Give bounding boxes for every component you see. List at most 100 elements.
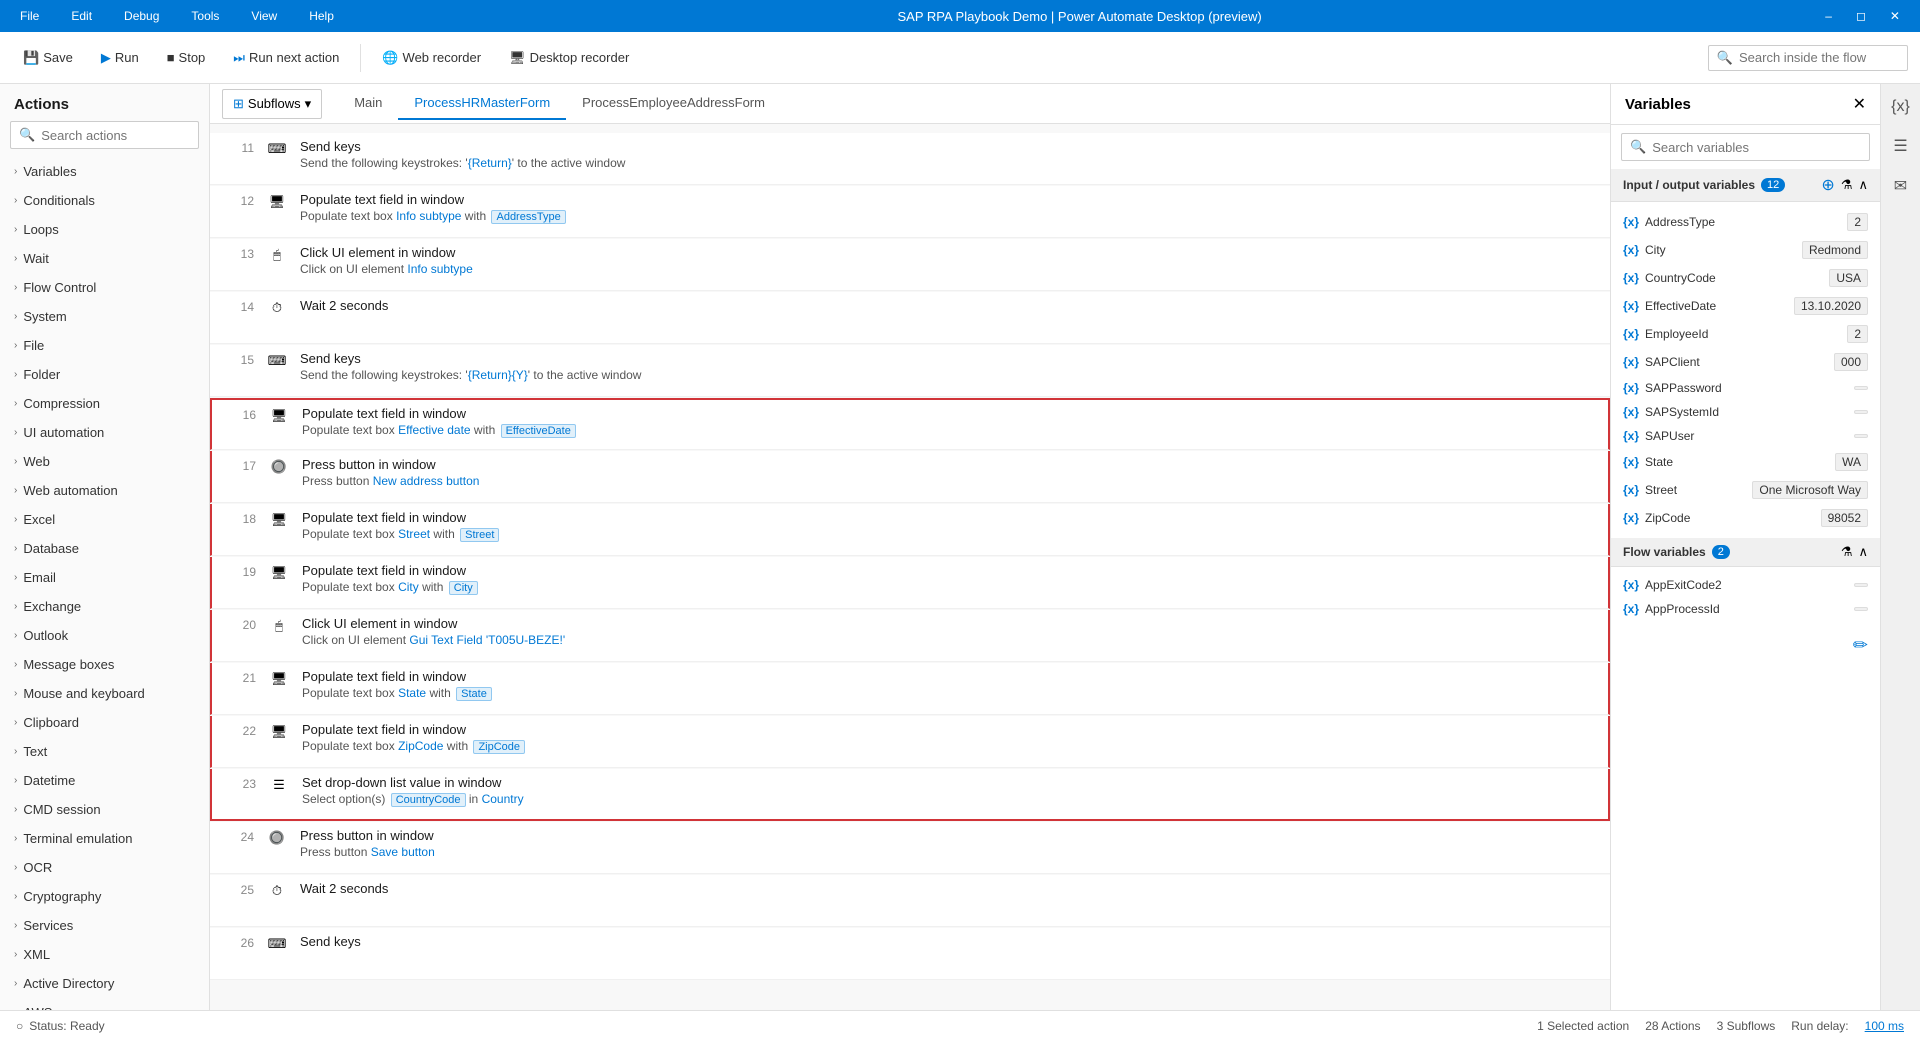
desktop-recorder-button[interactable]: 🖥 Desktop recorder: [498, 43, 640, 73]
tab-process-employee[interactable]: ProcessEmployeeAddressForm: [566, 87, 781, 120]
action-item-file[interactable]: ›File: [0, 331, 209, 360]
action-item-wait[interactable]: ›Wait: [0, 244, 209, 273]
var-item-sap-client[interactable]: {x} SAPClient 000: [1611, 348, 1880, 376]
menu-debug[interactable]: Debug: [116, 7, 167, 25]
var-item-country-code[interactable]: {x} CountryCode USA: [1611, 264, 1880, 292]
add-variable-icon[interactable]: ⊕: [1821, 175, 1834, 195]
flow-row-11[interactable]: 11 ⌨ Send keys Send the following keystr…: [210, 133, 1610, 185]
action-item-text[interactable]: ›Text: [0, 737, 209, 766]
var-item-city[interactable]: {x} City Redmond: [1611, 236, 1880, 264]
flow-variables-section-header[interactable]: Flow variables 2 ⚗ ∧: [1611, 538, 1880, 567]
action-item-ui-automation[interactable]: ›UI automation: [0, 418, 209, 447]
var-item-sap-password[interactable]: {x} SAPPassword: [1611, 376, 1880, 400]
save-button[interactable]: 💾 Save: [12, 43, 84, 73]
flow-row-19[interactable]: 19 🖥 Populate text field in window Popul…: [210, 557, 1610, 609]
action-item-xml[interactable]: ›XML: [0, 940, 209, 969]
var-item-street[interactable]: {x} Street One Microsoft Way: [1611, 476, 1880, 504]
flow-row-14[interactable]: 14 ⏱ Wait 2 seconds: [210, 292, 1610, 344]
var-item-employee-id[interactable]: {x} EmployeeId 2: [1611, 320, 1880, 348]
action-item-services[interactable]: ›Services: [0, 911, 209, 940]
collapse-icon[interactable]: ∧: [1858, 177, 1868, 193]
action-item-clipboard[interactable]: ›Clipboard: [0, 708, 209, 737]
action-item-compression[interactable]: ›Compression: [0, 389, 209, 418]
action-item-ocr[interactable]: ›OCR: [0, 853, 209, 882]
var-item-zip-code[interactable]: {x} ZipCode 98052: [1611, 504, 1880, 532]
close-icon[interactable]: ✕: [1853, 94, 1866, 114]
menu-file[interactable]: File: [12, 7, 47, 25]
actions-search-box[interactable]: 🔍: [10, 121, 199, 149]
flow-row-12[interactable]: 12 🖥 Populate text field in window Popul…: [210, 186, 1610, 238]
var-item-sap-system-id[interactable]: {x} SAPSystemId: [1611, 400, 1880, 424]
action-item-cmd-session[interactable]: ›CMD session: [0, 795, 209, 824]
variables-search-box[interactable]: 🔍: [1621, 133, 1870, 161]
close-button[interactable]: ✕: [1882, 7, 1908, 25]
var-item-address-type[interactable]: {x} AddressType 2: [1611, 208, 1880, 236]
menu-view[interactable]: View: [243, 7, 285, 25]
variables-panel-icon[interactable]: {x}: [1885, 92, 1916, 122]
actions-search-input[interactable]: [41, 128, 217, 143]
variables-header-actions[interactable]: ✕: [1853, 94, 1866, 114]
run-next-action-button[interactable]: ⏭ Run next action: [222, 43, 350, 73]
flow-search-input[interactable]: [1739, 50, 1899, 65]
flow-row-16[interactable]: 16 🖥 Populate text field in window Popul…: [210, 398, 1610, 450]
action-item-flow-control[interactable]: ›Flow Control: [0, 273, 209, 302]
action-item-excel[interactable]: ›Excel: [0, 505, 209, 534]
action-item-conditionals[interactable]: ›Conditionals: [0, 186, 209, 215]
var-item-effective-date[interactable]: {x} EffectiveDate 13.10.2020: [1611, 292, 1880, 320]
action-item-exchange[interactable]: ›Exchange: [0, 592, 209, 621]
edit-icon[interactable]: ✏: [1853, 635, 1868, 656]
var-item-app-process-id[interactable]: {x} AppProcessId: [1611, 597, 1880, 621]
action-item-message-boxes[interactable]: ›Message boxes: [0, 650, 209, 679]
var-item-sap-user[interactable]: {x} SAPUser: [1611, 424, 1880, 448]
settings-icon[interactable]: ☰: [1887, 130, 1913, 162]
tab-process-hr[interactable]: ProcessHRMasterForm: [398, 87, 566, 120]
subflows-button[interactable]: ⊞ Subflows ▾: [222, 89, 322, 119]
filter-icon[interactable]: ⚗: [1841, 544, 1853, 560]
run-button[interactable]: ▶ Run: [90, 43, 150, 73]
action-item-folder[interactable]: ›Folder: [0, 360, 209, 389]
action-item-mouse-keyboard[interactable]: ›Mouse and keyboard: [0, 679, 209, 708]
action-item-cryptography[interactable]: ›Cryptography: [0, 882, 209, 911]
action-item-aws[interactable]: ›AWS: [0, 998, 209, 1010]
restore-button[interactable]: ◻: [1848, 7, 1874, 25]
var-item-state[interactable]: {x} State WA: [1611, 448, 1880, 476]
run-delay-value[interactable]: 100 ms: [1865, 1019, 1904, 1033]
flow-row-21[interactable]: 21 🖥 Populate text field in window Popul…: [210, 663, 1610, 715]
stop-button[interactable]: ■ Stop: [156, 43, 217, 72]
tab-main[interactable]: Main: [338, 87, 398, 120]
minimize-button[interactable]: –: [1817, 7, 1840, 25]
flow-row-20[interactable]: 20 🖱 Click UI element in window Click on…: [210, 610, 1610, 662]
flow-row-23[interactable]: 23 ☰ Set drop-down list value in window …: [210, 769, 1610, 821]
filter-icon[interactable]: ⚗: [1841, 177, 1853, 193]
action-item-terminal-emulation[interactable]: ›Terminal emulation: [0, 824, 209, 853]
collapse-icon[interactable]: ∧: [1858, 544, 1868, 560]
action-item-loops[interactable]: ›Loops: [0, 215, 209, 244]
var-item-app-exit-code[interactable]: {x} AppExitCode2: [1611, 573, 1880, 597]
flow-search-box[interactable]: 🔍: [1708, 45, 1908, 71]
email-icon[interactable]: ✉: [1888, 170, 1913, 202]
title-bar-menus[interactable]: File Edit Debug Tools View Help: [12, 7, 342, 25]
menu-edit[interactable]: Edit: [63, 7, 100, 25]
action-item-web[interactable]: ›Web: [0, 447, 209, 476]
action-item-active-directory[interactable]: ›Active Directory: [0, 969, 209, 998]
action-item-database[interactable]: ›Database: [0, 534, 209, 563]
action-item-datetime[interactable]: ›Datetime: [0, 766, 209, 795]
input-output-section-header[interactable]: Input / output variables 12 ⊕ ⚗ ∧: [1611, 169, 1880, 202]
flow-row-17[interactable]: 17 🔘 Press button in window Press button…: [210, 451, 1610, 503]
flow-row-18[interactable]: 18 🖥 Populate text field in window Popul…: [210, 504, 1610, 556]
flow-row-24[interactable]: 24 🔘 Press button in window Press button…: [210, 822, 1610, 874]
window-controls[interactable]: – ◻ ✕: [1817, 7, 1908, 25]
action-item-outlook[interactable]: ›Outlook: [0, 621, 209, 650]
flow-row-22[interactable]: 22 🖥 Populate text field in window Popul…: [210, 716, 1610, 768]
web-recorder-button[interactable]: 🌐 Web recorder: [371, 43, 492, 73]
action-item-email[interactable]: ›Email: [0, 563, 209, 592]
action-item-variables[interactable]: ›Variables: [0, 157, 209, 186]
flow-row-15[interactable]: 15 ⌨ Send keys Send the following keystr…: [210, 345, 1610, 397]
action-item-system[interactable]: ›System: [0, 302, 209, 331]
flow-row-25[interactable]: 25 ⏱ Wait 2 seconds: [210, 875, 1610, 927]
menu-tools[interactable]: Tools: [183, 7, 227, 25]
flow-row-13[interactable]: 13 🖱 Click UI element in window Click on…: [210, 239, 1610, 291]
action-item-web-automation[interactable]: ›Web automation: [0, 476, 209, 505]
flow-row-26[interactable]: 26 ⌨ Send keys: [210, 928, 1610, 980]
menu-help[interactable]: Help: [301, 7, 342, 25]
